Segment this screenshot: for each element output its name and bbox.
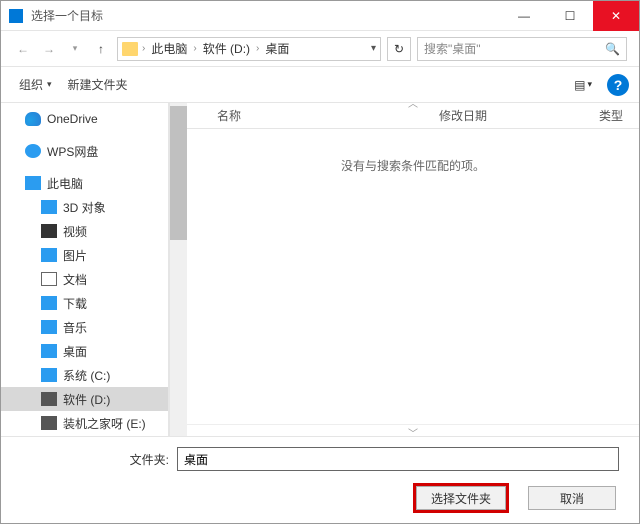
document-icon — [41, 272, 57, 286]
organize-button[interactable]: 组织 ▾ — [11, 72, 60, 97]
folder-label: 文件夹: — [17, 451, 169, 468]
minimize-button[interactable]: — — [501, 1, 547, 31]
chevron-up-icon[interactable]: ︿ — [408, 95, 418, 110]
select-folder-button[interactable]: 选择文件夹 — [416, 486, 506, 510]
window-title: 选择一个目标 — [31, 7, 501, 24]
list-icon: ▤ — [574, 78, 585, 92]
bottom-panel: 文件夹: 选择文件夹 取消 — [1, 436, 639, 523]
breadcrumb-item[interactable]: 软件 (D:) — [199, 40, 254, 57]
sidebar-item-desktop[interactable]: 桌面 — [1, 339, 168, 363]
column-headers: ︿ 名称 修改日期 类型 — [187, 103, 639, 129]
drive-icon — [41, 416, 57, 430]
sidebar-item-docs[interactable]: 文档 — [1, 267, 168, 291]
cloud-icon — [25, 144, 41, 158]
column-date[interactable]: 修改日期 — [439, 107, 599, 124]
search-input[interactable]: 搜索"桌面" 🔍 — [417, 37, 627, 61]
sidebar-item-pictures[interactable]: 图片 — [1, 243, 168, 267]
sidebar-item-ddrive[interactable]: 软件 (D:) — [1, 387, 168, 411]
toolbar: 组织 ▾ 新建文件夹 ▤ ▾ ? — [1, 67, 639, 103]
breadcrumb[interactable]: › 此电脑 › 软件 (D:) › 桌面 ▾ — [117, 37, 381, 61]
refresh-button[interactable]: ↻ — [387, 37, 411, 61]
app-icon — [9, 9, 23, 23]
music-icon — [41, 320, 57, 334]
scrollbar-thumb[interactable] — [170, 106, 187, 239]
help-button[interactable]: ? — [607, 74, 629, 96]
new-folder-button[interactable]: 新建文件夹 — [60, 72, 136, 97]
chevron-right-icon: › — [142, 43, 145, 54]
sidebar-item-cdrive[interactable]: 系统 (C:) — [1, 363, 168, 387]
sidebar-item-3d[interactable]: 3D 对象 — [1, 195, 168, 219]
back-button[interactable]: ← — [13, 39, 33, 59]
sidebar-item-thispc[interactable]: 此电脑 — [1, 171, 168, 195]
chevron-right-icon: › — [256, 43, 259, 54]
cube-icon — [41, 200, 57, 214]
folder-icon — [122, 42, 138, 56]
recent-dropdown-icon[interactable]: ▾ — [65, 39, 85, 59]
up-button[interactable]: ↑ — [91, 39, 111, 59]
maximize-button[interactable]: ☐ — [547, 1, 593, 31]
search-placeholder: 搜索"桌面" — [424, 40, 605, 57]
chevron-right-icon: › — [193, 43, 196, 54]
sidebar-item-downloads[interactable]: 下载 — [1, 291, 168, 315]
sidebar-item-wps[interactable]: WPS网盘 — [1, 139, 168, 163]
sidebar-item-music[interactable]: 音乐 — [1, 315, 168, 339]
folder-name-input[interactable] — [177, 447, 619, 471]
search-icon: 🔍 — [605, 42, 620, 56]
nav-row: ← → ▾ ↑ › 此电脑 › 软件 (D:) › 桌面 ▾ ↻ 搜索"桌面" … — [1, 31, 639, 67]
empty-message: 没有与搜索条件匹配的项。 — [187, 129, 639, 424]
breadcrumb-item[interactable]: 此电脑 — [147, 40, 191, 57]
chevron-down-icon: ▾ — [587, 79, 592, 90]
close-button[interactable]: ✕ — [593, 1, 639, 31]
chevron-down-icon[interactable]: ▾ — [371, 43, 376, 54]
column-type[interactable]: 类型 — [599, 107, 639, 124]
drive-icon — [41, 392, 57, 406]
download-icon — [41, 296, 57, 310]
folder-picker-dialog: 选择一个目标 — ☐ ✕ ← → ▾ ↑ › 此电脑 › 软件 (D:) › 桌… — [0, 0, 640, 524]
cancel-button[interactable]: 取消 — [528, 486, 616, 510]
column-name[interactable]: 名称 — [187, 107, 439, 124]
sidebar-scrollbar[interactable] — [169, 103, 187, 436]
cloud-icon — [25, 112, 41, 126]
sidebar-item-edrive[interactable]: 装机之家呀 (E:) — [1, 411, 168, 435]
desktop-icon — [41, 344, 57, 358]
chevron-down-icon[interactable]: ﹀ — [187, 424, 639, 436]
breadcrumb-item[interactable]: 桌面 — [261, 40, 293, 57]
sidebar-item-video[interactable]: 视频 — [1, 219, 168, 243]
video-icon — [41, 224, 57, 238]
image-icon — [41, 248, 57, 262]
forward-button[interactable]: → — [39, 39, 59, 59]
drive-icon — [41, 368, 57, 382]
file-area: ︿ 名称 修改日期 类型 没有与搜索条件匹配的项。 ﹀ — [187, 103, 639, 436]
computer-icon — [25, 176, 41, 190]
sidebar-item-onedrive[interactable]: OneDrive — [1, 107, 168, 131]
sidebar: OneDrive WPS网盘 此电脑 3D 对象 视频 图片 文档 下载 音乐 … — [1, 103, 169, 436]
chevron-down-icon: ▾ — [47, 79, 52, 90]
view-mode-button[interactable]: ▤ ▾ — [567, 73, 599, 97]
titlebar: 选择一个目标 — ☐ ✕ — [1, 1, 639, 31]
